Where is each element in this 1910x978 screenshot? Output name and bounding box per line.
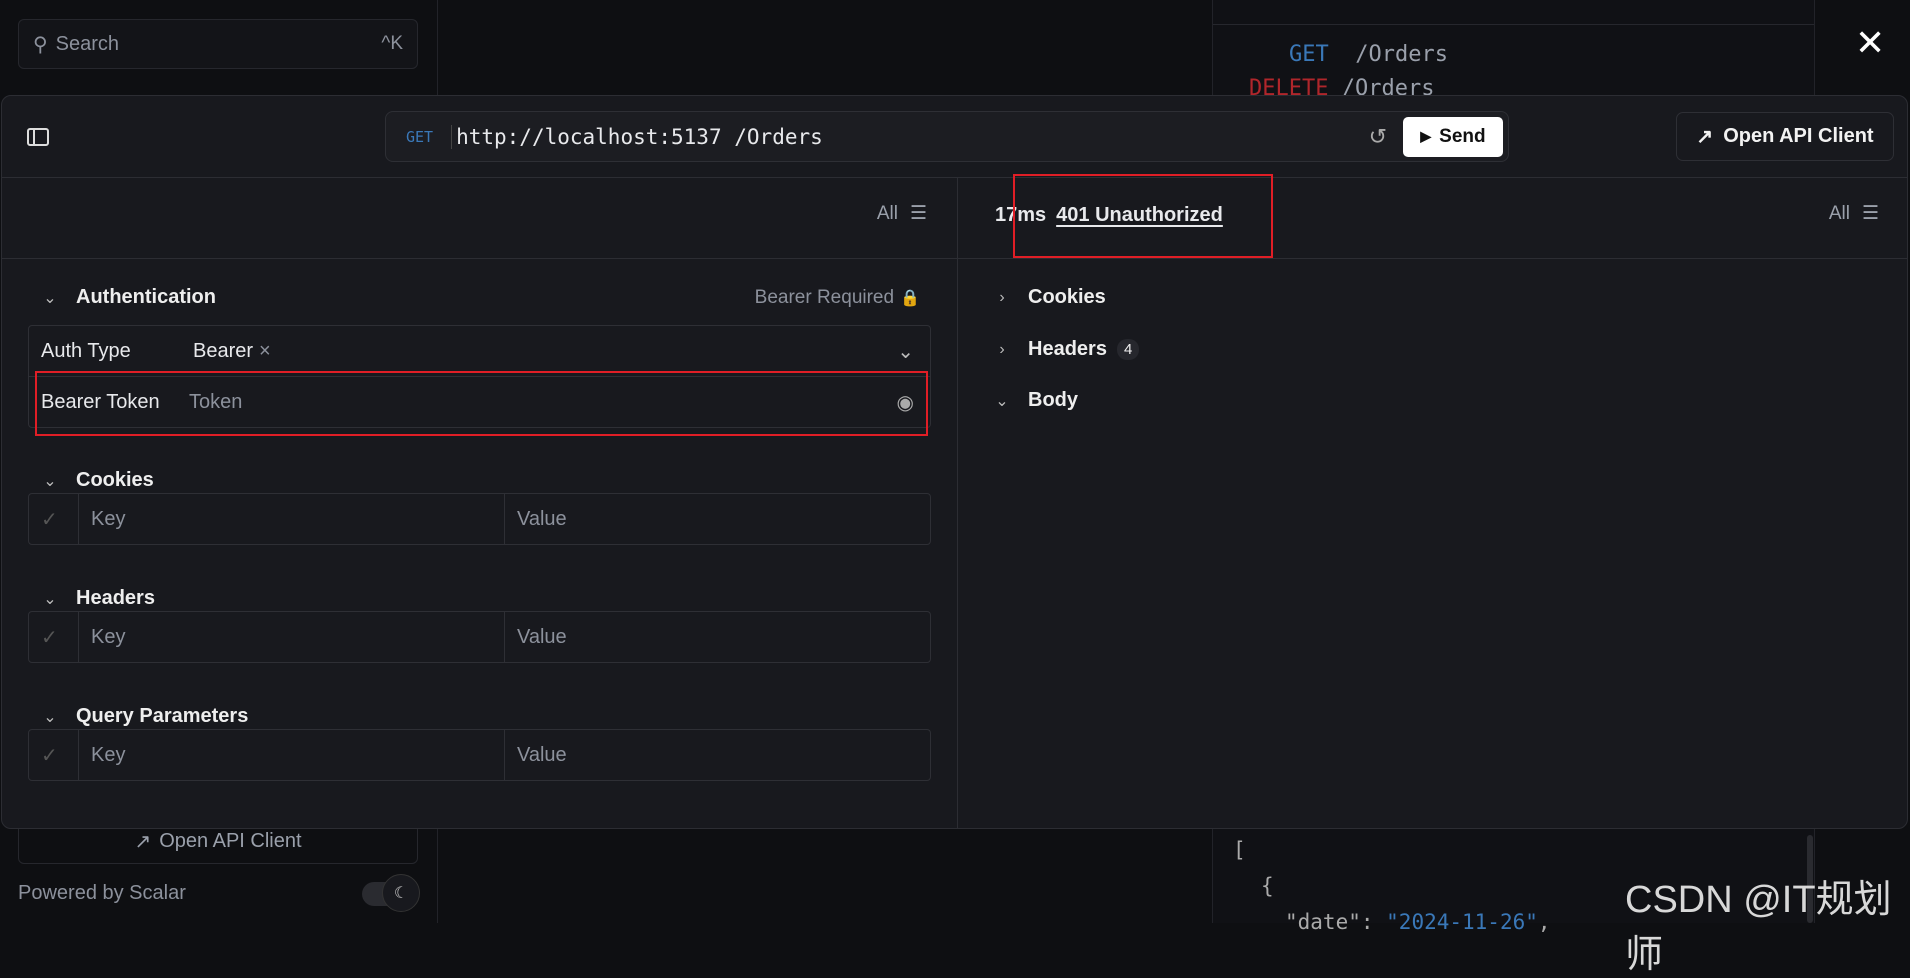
filter-icon: ☰: [1861, 203, 1879, 224]
search-input[interactable]: ⚲ Search ^K: [18, 19, 418, 69]
response-code: [ { "date": "2024-11-26",: [1233, 838, 1551, 934]
row-checkbox[interactable]: ✓: [29, 494, 79, 544]
arrow-up-right-icon: ↗: [1696, 126, 1714, 148]
method-selector[interactable]: GET: [406, 128, 433, 146]
filter-icon: ☰: [909, 203, 927, 224]
send-button[interactable]: ▶ Send: [1403, 116, 1503, 157]
toggle-sidebar-icon[interactable]: [27, 128, 49, 146]
response-section-headers[interactable]: › Headers 4: [992, 338, 1140, 361]
highlight-box: [35, 371, 928, 436]
powered-by: Powered by Scalar: [18, 882, 186, 904]
search-icon: ⚲: [33, 33, 48, 56]
url-input[interactable]: http://localhost:5137 /Orders: [451, 124, 823, 149]
close-icon[interactable]: ✕: [1855, 22, 1885, 64]
remove-icon: ×: [259, 339, 271, 362]
chevron-down-icon: ⌄: [897, 340, 914, 363]
value-input[interactable]: Value: [505, 730, 930, 780]
open-api-client-button[interactable]: ↗ Open API Client: [1676, 112, 1894, 161]
play-icon: ▶: [1420, 128, 1432, 144]
chevron-down-icon: ⌄: [43, 472, 57, 490]
auth-type-value: Bearer: [193, 339, 254, 362]
authentication-section[interactable]: ⌄ Authentication Bearer Required 🔒: [40, 286, 920, 309]
key-input[interactable]: Key: [79, 612, 505, 662]
key-input[interactable]: Key: [79, 494, 505, 544]
watermark: CSDN @IT规划师: [1625, 879, 1892, 976]
request-subheader: All ☰: [2, 178, 957, 259]
section-cookies[interactable]: ⌄ Cookies: [40, 469, 154, 492]
modal-header: GET http://localhost:5137 /Orders ↺ ▶ Sen…: [2, 96, 1907, 178]
auth-type-row[interactable]: Auth Type Bearer × ⌄: [29, 326, 930, 377]
shortcut-hint: ^K: [381, 33, 403, 54]
highlight-box: [1013, 174, 1273, 258]
value-input[interactable]: Value: [505, 494, 930, 544]
row-checkbox[interactable]: ✓: [29, 730, 79, 780]
chevron-right-icon: ›: [999, 340, 1005, 358]
request-filter[interactable]: All ☰: [877, 202, 927, 225]
endpoint-get[interactable]: GET /Orders: [1289, 42, 1448, 67]
chevron-down-icon: ⌄: [43, 708, 57, 726]
divider: [957, 178, 958, 828]
url-bar[interactable]: GET http://localhost:5137 /Orders ↺ ▶ Sen…: [385, 111, 1509, 162]
history-icon[interactable]: ↺: [1369, 124, 1387, 150]
arrow-up-right-icon: ↗: [134, 830, 152, 853]
key-value-table: ✓ Key Value: [28, 611, 931, 663]
section-headers[interactable]: ⌄ Headers: [40, 587, 155, 610]
response-section-cookies[interactable]: › Cookies: [992, 286, 1105, 309]
api-client-modal: GET http://localhost:5137 /Orders ↺ ▶ Sen…: [1, 95, 1908, 829]
response-section-body[interactable]: ⌄ Body: [992, 389, 1078, 412]
response-filter[interactable]: All ☰: [1829, 202, 1879, 225]
chevron-down-icon: ⌄: [43, 590, 57, 608]
chevron-down-icon: ⌄: [995, 392, 1009, 410]
row-checkbox[interactable]: ✓: [29, 612, 79, 662]
chevron-down-icon: ⌄: [43, 289, 57, 307]
count-badge: 4: [1116, 339, 1140, 360]
value-input[interactable]: Value: [505, 612, 930, 662]
key-input[interactable]: Key: [79, 730, 505, 780]
chevron-right-icon: ›: [999, 288, 1005, 306]
key-value-table: ✓ Key Value: [28, 729, 931, 781]
section-query-parameters[interactable]: ⌄ Query Parameters: [40, 705, 248, 728]
lock-icon: 🔒: [900, 289, 920, 307]
moon-icon: ☾: [382, 874, 420, 912]
key-value-table: ✓ Key Value: [28, 493, 931, 545]
auth-required: Bearer Required: [754, 286, 895, 308]
theme-toggle[interactable]: ☾: [362, 874, 420, 912]
